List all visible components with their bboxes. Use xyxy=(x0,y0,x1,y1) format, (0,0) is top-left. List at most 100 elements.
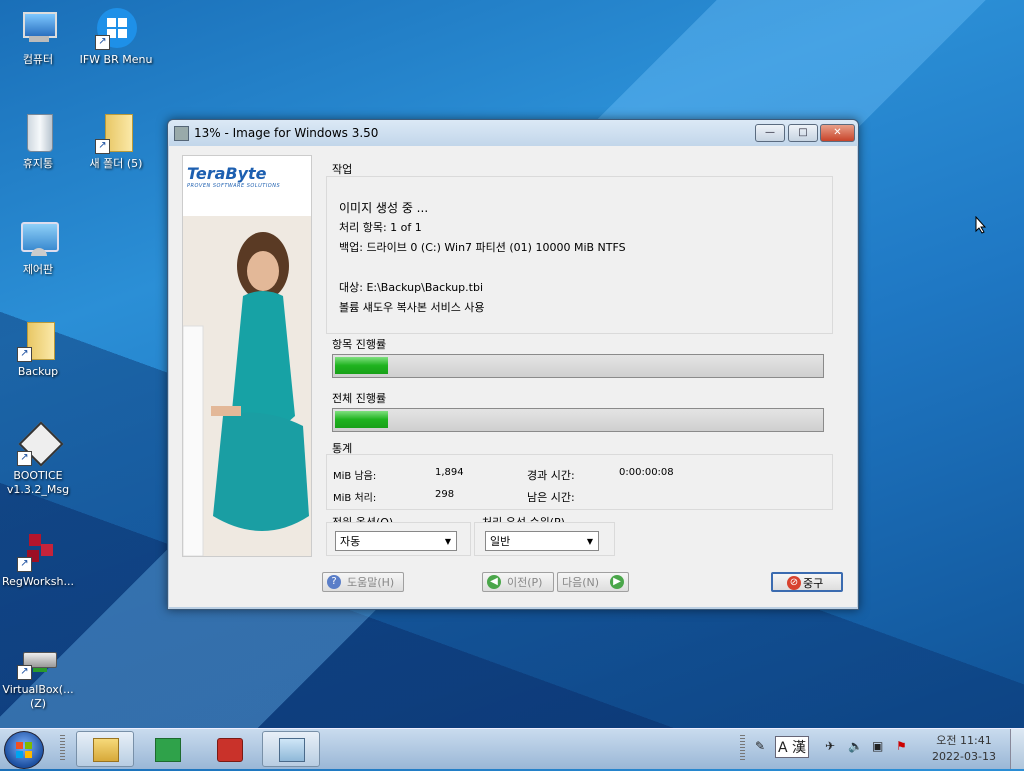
total-progress-fill xyxy=(335,411,388,428)
folder-icon: ↗ xyxy=(95,112,137,154)
close-button[interactable]: ✕ xyxy=(820,124,855,142)
taskbar-app-green[interactable] xyxy=(138,731,196,767)
volume-icon[interactable]: 🔈 xyxy=(848,739,863,753)
shortcut-arrow-icon: ↗ xyxy=(95,35,110,50)
desktop-icon-control-panel[interactable]: 제어판 xyxy=(0,218,76,277)
mib-processed-label: MiB 처리: xyxy=(333,493,377,504)
computer-icon xyxy=(17,8,59,50)
mib-remaining-value: 1,894 xyxy=(435,467,464,478)
minimize-button[interactable]: — xyxy=(755,124,785,142)
remaining-time-label: 남은 시간: xyxy=(527,491,575,504)
arrow-right-icon: ▶ xyxy=(610,575,624,589)
ime-mode-indicator[interactable]: A 漢 xyxy=(775,736,810,758)
shortcut-arrow-icon: ↗ xyxy=(17,557,32,572)
taskbar-app-power[interactable] xyxy=(200,731,258,767)
window-client-area: TeraByte PROVEN SOFTWARE SOLUTIONS 작업 이미… xyxy=(169,146,857,607)
shortcut-arrow-icon: ↗ xyxy=(17,665,32,680)
network-drive-icon: ↗ xyxy=(17,638,59,680)
task-status-text: 이미지 생성 중 ... xyxy=(339,201,429,215)
windows-logo-icon: ↗ xyxy=(95,8,137,50)
network-icon[interactable]: ▣ xyxy=(872,739,883,753)
taskbar-grip[interactable] xyxy=(60,735,65,761)
back-button[interactable]: ◀ 이전(P) xyxy=(482,572,554,592)
item-progress-bar xyxy=(332,354,824,378)
task-group: 이미지 생성 중 ... 처리 항목: 1 of 1 백업: 드라이브 0 (C… xyxy=(326,176,833,334)
arrow-left-icon: ◀ xyxy=(487,575,501,589)
folder-icon: ↗ xyxy=(17,320,59,362)
window-titlebar[interactable]: 13% - Image for Windows 3.50 — □ ✕ xyxy=(168,120,858,146)
task-item-count: 처리 항목: 1 of 1 xyxy=(339,221,422,234)
star-app-icon xyxy=(155,738,181,762)
registry-cubes-icon: ↗ xyxy=(17,530,59,572)
elapsed-time-value: 0:00:00:08 xyxy=(619,467,674,478)
mib-processed-value: 298 xyxy=(435,489,455,500)
desktop-icon-label: Backup xyxy=(17,365,59,378)
desktop-icon-label: 컴퓨터 xyxy=(22,53,54,66)
desktop-icon-computer[interactable]: 컴퓨터 xyxy=(0,8,76,67)
image-for-windows-window: 13% - Image for Windows 3.50 — □ ✕ TeraB… xyxy=(167,119,859,610)
image-for-windows-icon xyxy=(279,738,305,762)
power-options-select[interactable]: 자동 ▼ xyxy=(335,531,457,551)
desktop-icon-backup[interactable]: ↗ Backup xyxy=(0,320,76,379)
clock-time: 오전 11:41 xyxy=(936,734,992,747)
control-panel-icon xyxy=(17,218,59,260)
chevron-down-icon: ▼ xyxy=(444,537,451,546)
desktop-icon-label: RegWorksh... xyxy=(2,575,74,588)
branding-sidebar: TeraByte PROVEN SOFTWARE SOLUTIONS xyxy=(182,155,312,557)
window-title: 13% - Image for Windows 3.50 xyxy=(194,126,379,140)
shortcut-arrow-icon: ↗ xyxy=(17,347,32,362)
task-vss-note: 볼륨 섀도우 복사본 서비스 사용 xyxy=(339,301,485,314)
ime-status-icon[interactable]: ✎ xyxy=(755,739,765,753)
desktop-icon-label: 휴지통 xyxy=(22,157,54,170)
windows-flag-icon xyxy=(16,742,32,758)
exit-button[interactable]: ⊘ 중구 xyxy=(771,572,843,592)
desktop-icon-virtualbox[interactable]: ↗ VirtualBox(... (Z) xyxy=(0,638,76,711)
next-button[interactable]: 다음(N) ▶ xyxy=(557,572,629,592)
desktop-icon-label: 제어판 xyxy=(22,263,54,276)
app-icon xyxy=(174,126,189,141)
terabyte-logo: TeraByte PROVEN SOFTWARE SOLUTIONS xyxy=(187,164,281,189)
mib-remaining-label: MiB 남음: xyxy=(333,471,377,482)
desktop-icon-label: VirtualBox(... (Z) xyxy=(2,683,74,710)
folder-icon xyxy=(93,738,119,762)
promo-photo xyxy=(183,216,311,556)
priority-group: 일반 ▼ xyxy=(474,522,615,556)
maximize-button[interactable]: □ xyxy=(788,124,818,142)
floppy-disk-icon: ↗ xyxy=(17,421,64,467)
task-destination: 대상: E:\Backup\Backup.tbi xyxy=(339,281,484,294)
desktop-icon-ifw-br-menu[interactable]: ↗ IFW BR Menu xyxy=(78,8,154,67)
clock-date: 2022-03-13 xyxy=(932,750,996,763)
desktop-icon-bootice[interactable]: ↗ BOOTICE v1.3.2_Msg xyxy=(0,421,76,497)
desktop-icon-recycle-bin[interactable]: 휴지통 xyxy=(0,112,76,171)
recycle-bin-icon xyxy=(17,112,59,154)
action-center-icon[interactable]: ⚑ xyxy=(896,739,907,753)
total-progress-group xyxy=(326,404,831,436)
task-backup-source: 백업: 드라이브 0 (C:) Win7 파티션 (01) 10000 MiB … xyxy=(339,241,626,254)
help-icon: ? xyxy=(327,575,341,589)
shortcut-arrow-icon: ↗ xyxy=(17,451,32,466)
item-progress-fill xyxy=(335,357,388,374)
power-options-group: 자동 ▼ xyxy=(326,522,471,556)
start-button[interactable] xyxy=(4,731,44,769)
shortcut-arrow-icon: ↗ xyxy=(95,139,110,154)
taskbar-explorer[interactable] xyxy=(76,731,134,767)
stats-group: MiB 남음: 1,894 경과 시간: 0:00:00:08 MiB 처리: … xyxy=(326,454,833,510)
chevron-down-icon: ▼ xyxy=(586,537,593,546)
elapsed-time-label: 경과 시간: xyxy=(527,469,575,482)
power-icon xyxy=(217,738,243,762)
item-progress-group xyxy=(326,350,831,382)
task-group-label: 작업 xyxy=(332,163,353,176)
stop-icon: ⊘ xyxy=(787,576,801,590)
desktop-icon-regworkshop[interactable]: ↗ RegWorksh... xyxy=(0,530,76,589)
desktop-icon-label: 새 폴더 (5) xyxy=(89,157,143,170)
desktop-icon-label: BOOTICE v1.3.2_Msg xyxy=(6,469,70,496)
satellite-icon[interactable]: ✈ xyxy=(825,739,835,753)
show-desktop-button[interactable] xyxy=(1010,729,1024,769)
taskbar-clock[interactable]: 오전 11:41 2022-03-13 xyxy=(928,733,1000,765)
taskbar-image-for-windows[interactable] xyxy=(262,731,320,767)
priority-select[interactable]: 일반 ▼ xyxy=(485,531,599,551)
tray-grip[interactable] xyxy=(740,735,745,761)
desktop-icon-label: IFW BR Menu xyxy=(79,53,153,66)
help-button[interactable]: ? 도움말(H) xyxy=(322,572,404,592)
desktop-icon-new-folder[interactable]: ↗ 새 폴더 (5) xyxy=(78,112,154,171)
